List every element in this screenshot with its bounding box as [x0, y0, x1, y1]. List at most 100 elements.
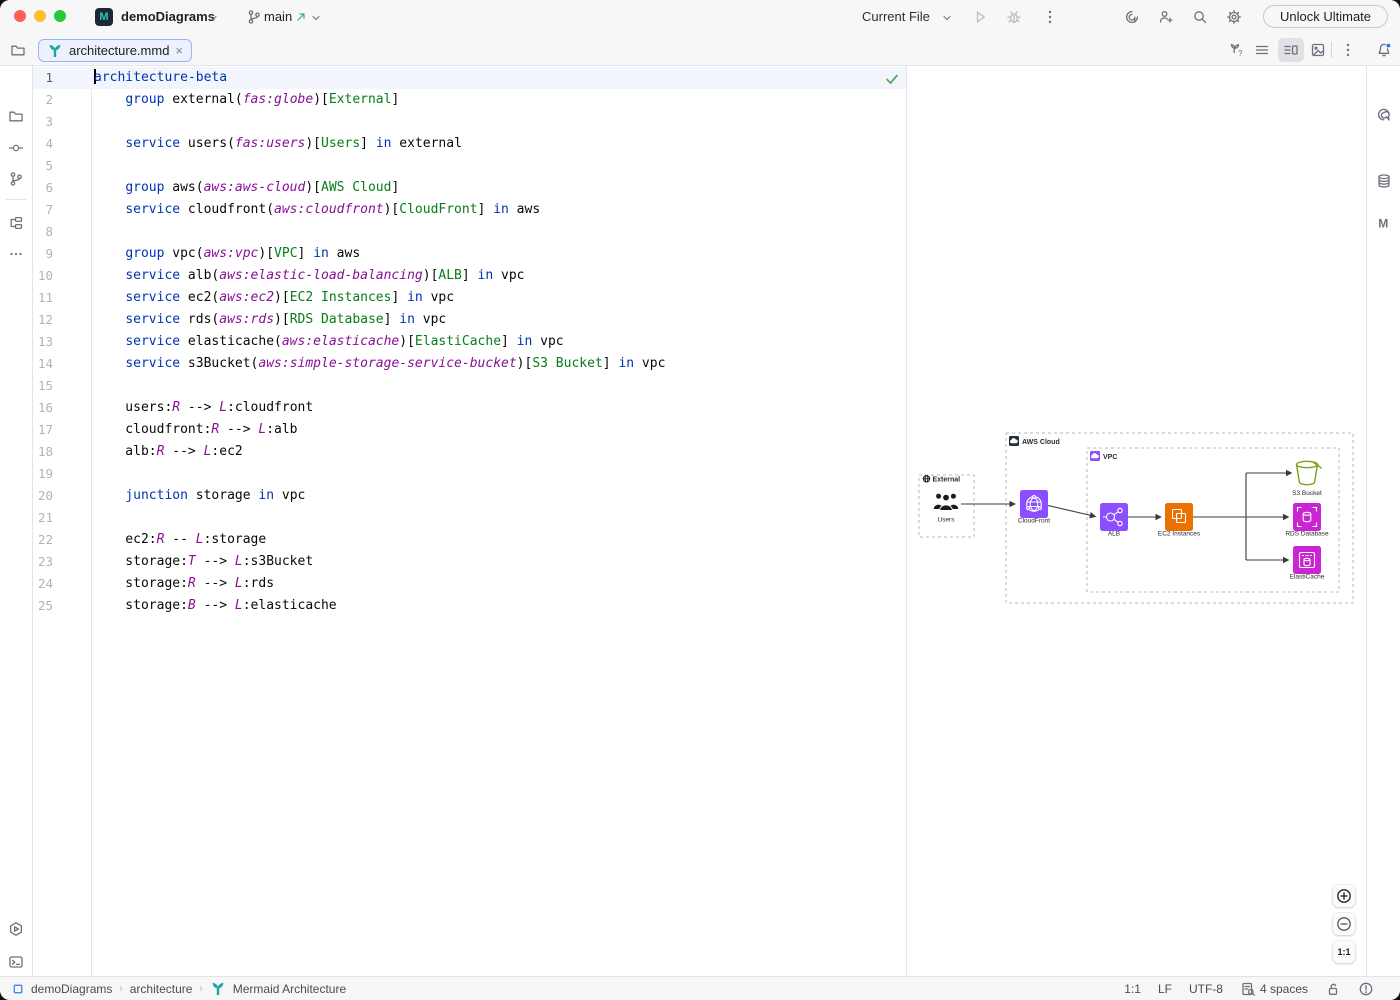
close-tab-icon[interactable]: × [175, 44, 183, 57]
ai-chat-icon[interactable] [1376, 107, 1392, 123]
code-text: alb:R --> L:ec2 [94, 441, 243, 463]
code-line[interactable]: 6 group aws(aws:aws-cloud)[AWS Cloud] [33, 177, 906, 199]
project-name[interactable]: demoDiagrams [121, 9, 215, 24]
code-line[interactable]: 4 service users(fas:users)[Users] in ext… [33, 133, 906, 155]
code-line[interactable]: 1architecture-beta [33, 67, 906, 89]
breadcrumb-separator: › [119, 983, 122, 994]
code-text: service rds(aws:rds)[RDS Database] in vp… [94, 309, 446, 331]
line-number: 12 [33, 309, 53, 331]
code-line[interactable]: 13 service elasticache(aws:elasticache)[… [33, 331, 906, 353]
git-branch-icon[interactable] [246, 9, 262, 25]
more-actions-icon[interactable] [1042, 9, 1058, 25]
structure-icon[interactable] [8, 215, 24, 231]
line-number: 21 [33, 507, 53, 529]
file-lock-icon[interactable] [1325, 981, 1341, 997]
line-number: 19 [33, 463, 53, 485]
terminal-icon[interactable] [8, 954, 24, 970]
code-line[interactable]: 7 service cloudfront(aws:cloudfront)[Clo… [33, 199, 906, 221]
svg-text:ElastiCache: ElastiCache [1290, 574, 1325, 581]
code-line[interactable]: 24 storage:R --> L:rds [33, 573, 906, 595]
code-line[interactable]: 15 [33, 375, 906, 397]
code-line[interactable]: 20 junction storage in vpc [33, 485, 906, 507]
code-line[interactable]: 2 group external(fas:globe)[External] [33, 89, 906, 111]
search-everywhere-icon[interactable] [1192, 9, 1208, 25]
indent-setting[interactable]: 4 spaces [1240, 981, 1308, 997]
preview-only-view-icon[interactable] [1310, 42, 1326, 58]
code-line[interactable]: 10 service alb(aws:elastic-load-balancin… [33, 265, 906, 287]
code-editor[interactable]: 1architecture-beta2 group external(fas:g… [33, 66, 906, 976]
editor-only-view-icon[interactable] [1254, 42, 1270, 58]
code-line[interactable]: 23 storage:T --> L:s3Bucket [33, 551, 906, 573]
more-tool-windows-icon[interactable] [8, 246, 24, 262]
project-folder-icon[interactable] [8, 108, 24, 124]
code-line[interactable]: 9 group vpc(aws:vpc)[VPC] in aws [33, 243, 906, 265]
code-line[interactable]: 8 [33, 221, 906, 243]
right-tool-rail: M [1366, 66, 1400, 976]
editor-and-preview-icon [1283, 42, 1299, 58]
chevron-down-icon[interactable] [941, 12, 953, 24]
git-icon[interactable] [8, 171, 24, 187]
branch-name[interactable]: main [264, 9, 292, 24]
code-line[interactable]: 5 [33, 155, 906, 177]
line-number: 6 [33, 177, 53, 199]
line-number: 7 [33, 199, 53, 221]
code-line[interactable]: 21 [33, 507, 906, 529]
inspections-ok-icon[interactable] [884, 71, 900, 87]
debug-icon[interactable] [1006, 9, 1022, 25]
update-arrow-icon[interactable] [295, 11, 307, 23]
zoom-in-button[interactable] [1333, 885, 1355, 907]
services-icon[interactable] [8, 921, 24, 937]
code-text: group external(fas:globe)[External] [94, 89, 399, 111]
editor-and-preview-view-button[interactable] [1278, 38, 1304, 62]
unlock-ultimate-button[interactable]: Unlock Ultimate [1263, 5, 1388, 28]
line-separator[interactable]: LF [1158, 982, 1172, 996]
fullscreen-window-button[interactable] [54, 10, 66, 22]
code-line[interactable]: 14 service s3Bucket(aws:simple-storage-s… [33, 353, 906, 375]
svg-text:S3 Bucket: S3 Bucket [1292, 490, 1322, 497]
code-line[interactable]: 18 alb:R --> L:ec2 [33, 441, 906, 463]
code-line[interactable]: 12 service rds(aws:rds)[RDS Database] in… [33, 309, 906, 331]
svg-text:EC2 Instances: EC2 Instances [1158, 531, 1201, 538]
project-tool-window-icon[interactable] [10, 42, 26, 58]
ai-assistant-icon[interactable] [1124, 9, 1140, 25]
code-line[interactable]: 16 users:R --> L:cloudfront [33, 397, 906, 419]
node-cloudfront: CloudFront [1018, 490, 1050, 525]
mermaid-help-icon[interactable]: ? [1228, 42, 1244, 58]
zoom-reset-button[interactable]: 1:1 [1333, 941, 1355, 963]
s3-bucket-icon [1297, 461, 1322, 484]
chevron-down-icon[interactable] [310, 12, 322, 24]
maven-icon[interactable]: M [1376, 215, 1392, 231]
highlighting-level-icon[interactable] [1358, 981, 1374, 997]
breadcrumb-project[interactable]: demoDiagrams [31, 982, 112, 996]
close-window-button[interactable] [14, 10, 26, 22]
left-tool-rail [0, 66, 33, 976]
breadcrumb-file-type[interactable]: Mermaid Architecture [233, 982, 346, 996]
project-icon[interactable]: M [95, 8, 113, 26]
notifications-bell-icon[interactable] [1376, 42, 1392, 58]
code-line[interactable]: 19 [33, 463, 906, 485]
zoom-out-button[interactable] [1333, 913, 1355, 935]
project-module-icon [12, 983, 24, 995]
code-line[interactable]: 17 cloudfront:R --> L:alb [33, 419, 906, 441]
file-encoding[interactable]: UTF-8 [1189, 982, 1223, 996]
editor-lines: 1architecture-beta2 group external(fas:g… [33, 67, 906, 617]
code-line[interactable]: 3 [33, 111, 906, 133]
title-bar: M demoDiagrams main Current File Unlock … [0, 0, 1400, 34]
cursor-position[interactable]: 1:1 [1124, 982, 1141, 996]
run-configuration[interactable]: Current File [862, 9, 930, 24]
settings-gear-icon[interactable] [1226, 9, 1242, 25]
code-line[interactable]: 22 ec2:R -- L:storage [33, 529, 906, 551]
line-number: 1 [33, 67, 53, 89]
chevron-down-icon[interactable] [207, 12, 219, 24]
tab-architecture-mmd[interactable]: architecture.mmd × [38, 39, 192, 62]
commit-icon[interactable] [8, 140, 24, 156]
code-text: cloudfront:R --> L:alb [94, 419, 298, 441]
breadcrumb-folder[interactable]: architecture [130, 982, 193, 996]
code-line[interactable]: 11 service ec2(aws:ec2)[EC2 Instances] i… [33, 287, 906, 309]
code-with-me-icon[interactable] [1158, 9, 1174, 25]
database-icon[interactable] [1376, 173, 1392, 189]
minimize-window-button[interactable] [34, 10, 46, 22]
code-line[interactable]: 25 storage:B --> L:elasticache [33, 595, 906, 617]
run-icon[interactable] [972, 9, 988, 25]
more-options-icon[interactable] [1340, 42, 1356, 58]
